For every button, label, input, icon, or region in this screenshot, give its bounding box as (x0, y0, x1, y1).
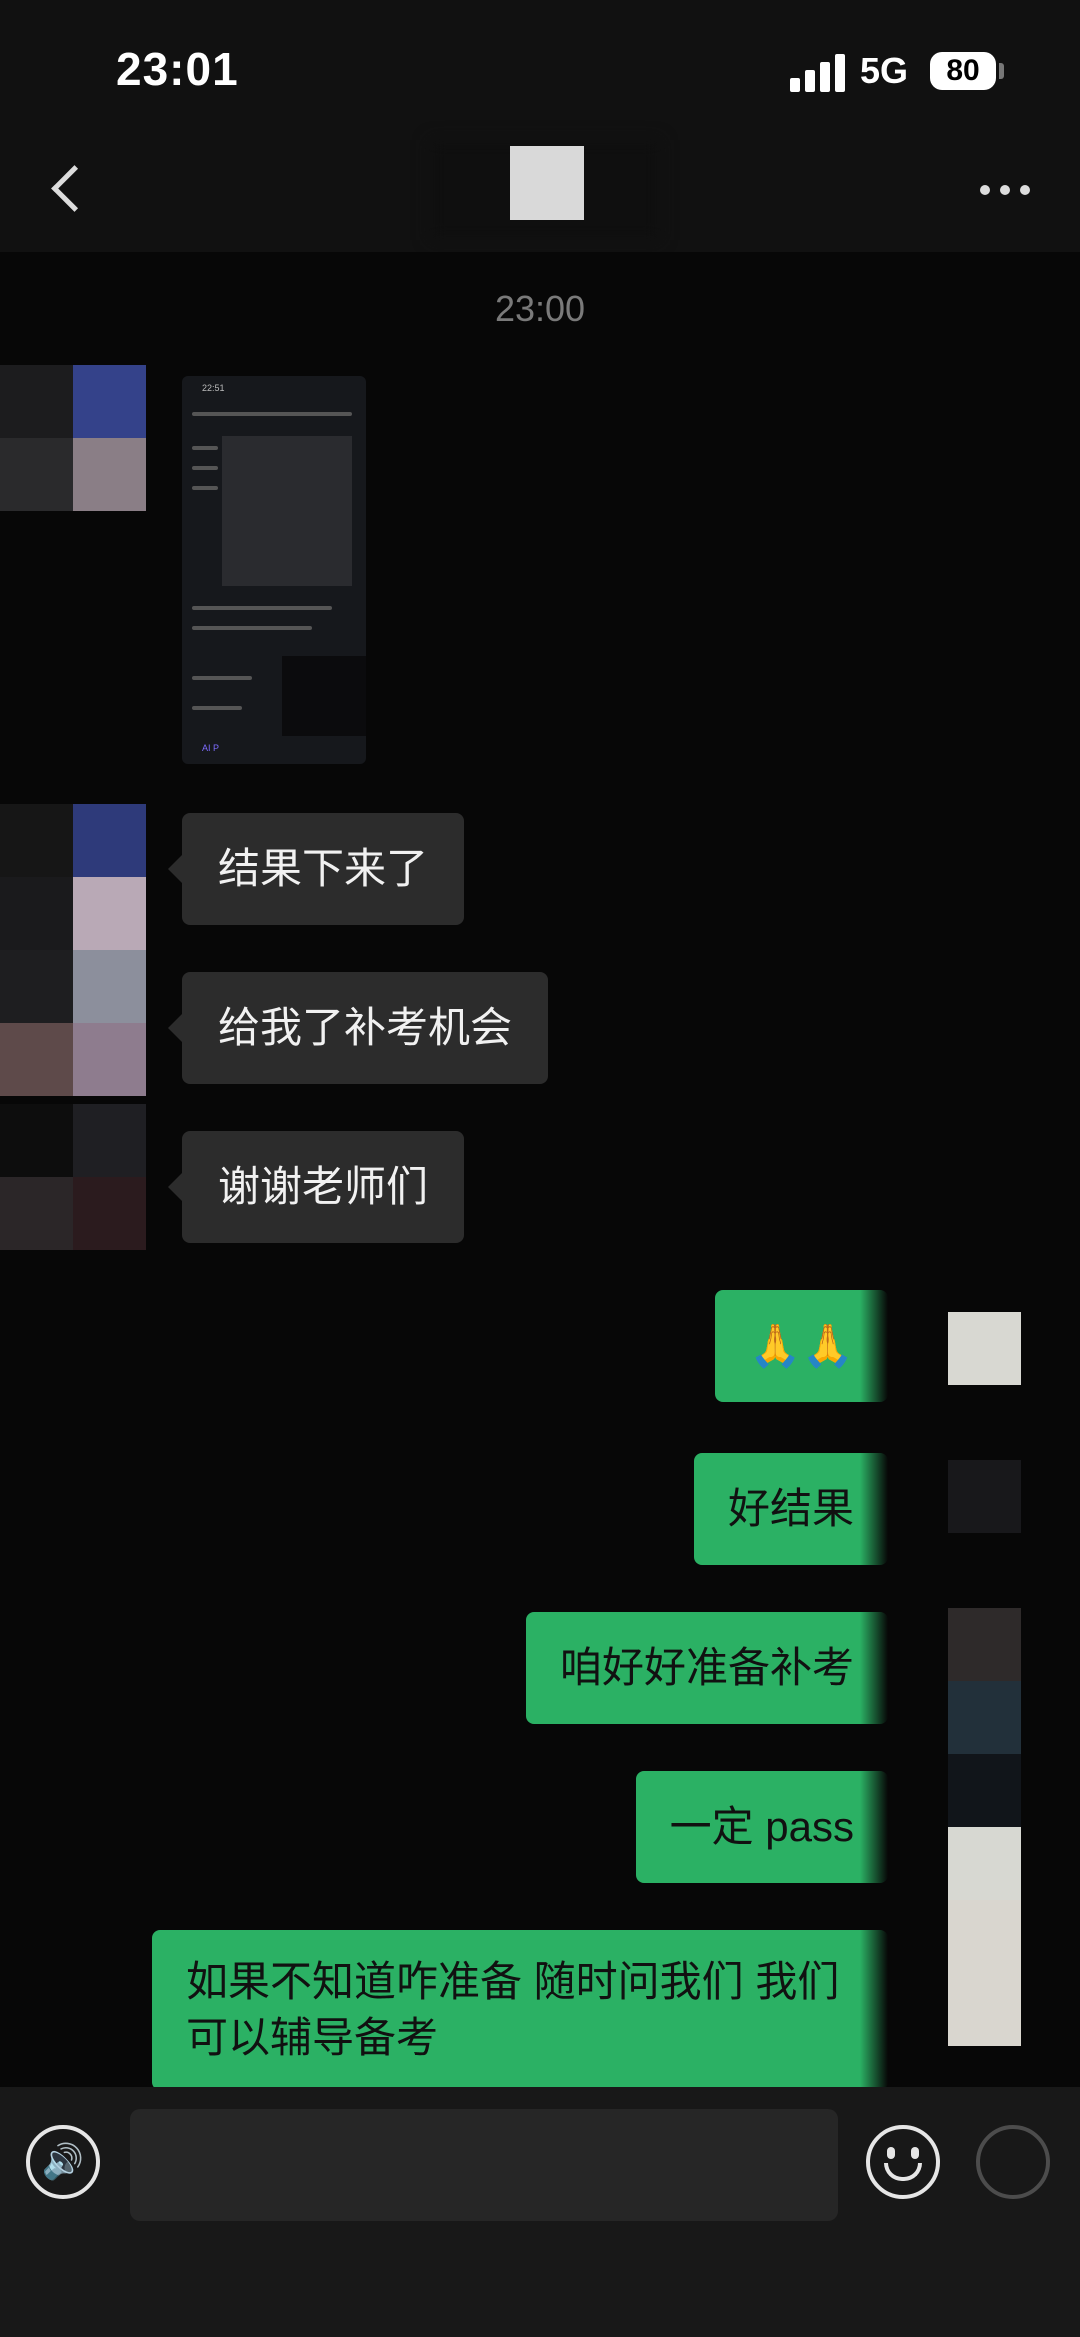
received-message[interactable]: 谢谢老师们 (167, 1131, 465, 1243)
sender-avatar[interactable] (0, 365, 146, 511)
more-dot-icon (1000, 185, 1010, 195)
emoji-button[interactable] (866, 2125, 940, 2199)
received-message[interactable]: 给我了补考机会 (167, 972, 549, 1084)
self-avatar[interactable] (948, 1900, 1021, 2046)
sender-avatar[interactable] (0, 1104, 146, 1250)
message-timestamp: 23:00 (494, 288, 586, 329)
image-message[interactable]: 22:51 AI P (182, 376, 366, 764)
sent-message[interactable]: 好结果 (693, 1453, 888, 1565)
received-message[interactable]: 结果下来了 (167, 813, 465, 925)
self-avatar[interactable] (948, 1460, 1021, 1533)
sender-avatar[interactable] (0, 804, 146, 1104)
battery-icon: 80 (930, 52, 996, 90)
more-options-button[interactable] (970, 170, 1040, 210)
more-dot-icon (980, 185, 990, 195)
network-type: 5G (860, 50, 909, 91)
sent-message[interactable]: 咱好好准备补考 (525, 1612, 888, 1724)
more-actions-button[interactable] (976, 2125, 1050, 2199)
status-bar: 23:01 5G 80 (0, 0, 1080, 130)
self-avatar[interactable] (948, 1312, 1021, 1385)
self-avatar[interactable] (948, 1608, 1021, 1900)
message-input[interactable] (130, 2109, 838, 2221)
screenshot-footer: AI P (202, 743, 220, 753)
battery-cap (999, 63, 1004, 79)
contact-avatar[interactable] (510, 146, 584, 220)
bubble-edge-blur (860, 1282, 888, 2087)
signal-icon (790, 52, 848, 92)
voice-input-button[interactable]: 🔊 (26, 2125, 100, 2199)
screenshot-status-time: 22:51 (202, 383, 225, 393)
chat-area[interactable]: 23:00 22:51 AI P 结果下来了 给我了补考机会 谢谢老师们 🙏🙏 … (0, 252, 1080, 2087)
back-button[interactable] (40, 160, 100, 220)
sent-message[interactable]: 一定 pass (635, 1771, 888, 1883)
status-time: 23:01 (116, 43, 239, 95)
chat-header (0, 130, 1080, 253)
more-dot-icon (1020, 185, 1030, 195)
sent-message[interactable]: 如果不知道咋准备 随时问我们 我们可以辅导备考 (152, 1930, 888, 2087)
input-bar: 🔊 (0, 2087, 1080, 2337)
